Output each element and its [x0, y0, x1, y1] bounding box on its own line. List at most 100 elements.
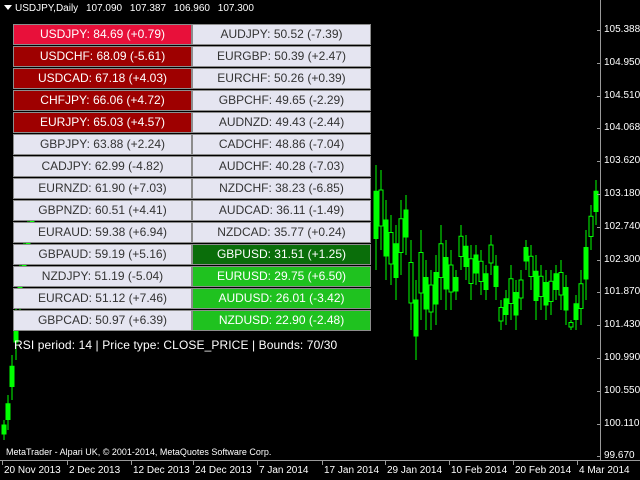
rsi-cell-nzdchf[interactable]: NZDCHF: 38.23 (-6.85) — [192, 178, 371, 199]
rsi-cell-usdchf[interactable]: USDCHF: 68.09 (-5.61) — [13, 46, 192, 67]
price-tick — [597, 456, 601, 458]
time-tick — [193, 461, 194, 465]
candle-body — [463, 245, 469, 267]
candle-body — [388, 232, 394, 265]
candle-body — [573, 303, 579, 320]
price-label: 104.950 — [604, 56, 640, 68]
rsi-cell-nzdusd[interactable]: NZDUSD: 22.90 (-2.48) — [192, 310, 371, 331]
rsi-cell-audchf[interactable]: AUDCHF: 40.28 (-7.03) — [192, 156, 371, 177]
price-label: 102.740 — [604, 220, 640, 232]
candle-body — [393, 243, 399, 278]
rsi-cell-eurjpy[interactable]: EURJPY: 65.03 (+4.57) — [13, 112, 192, 133]
rsi-cell-eurgbp[interactable]: EURGBP: 50.39 (+2.47) — [192, 46, 371, 67]
time-label: 2 Dec 2013 — [69, 465, 121, 476]
candle-body — [443, 257, 449, 290]
candle-body — [578, 283, 584, 309]
time-tick — [577, 461, 578, 465]
candle-body — [458, 235, 464, 257]
candle-body — [478, 260, 484, 282]
candle-body — [533, 270, 539, 301]
rsi-cell-audusd[interactable]: AUDUSD: 26.01 (-3.42) — [192, 288, 371, 309]
candle-body — [528, 255, 534, 277]
rsi-cell-audnzd[interactable]: AUDNZD: 49.43 (-2.44) — [192, 112, 371, 133]
candle-body — [508, 278, 514, 304]
candle-body — [398, 218, 404, 253]
rsi-cell-gbpchf[interactable]: GBPCHF: 49.65 (-2.29) — [192, 90, 371, 111]
candle-body — [523, 247, 529, 262]
rsi-cell-gbpnzd[interactable]: GBPNZD: 60.51 (+4.41) — [13, 200, 192, 221]
candle-body — [5, 403, 11, 420]
rsi-cell-chfjpy[interactable]: CHFJPY: 66.06 (+4.72) — [13, 90, 192, 111]
price-tick — [597, 62, 601, 64]
rsi-cell-usdcad[interactable]: USDCAD: 67.18 (+4.03) — [13, 68, 192, 89]
time-label: 20 Feb 2014 — [515, 465, 572, 476]
price-label: 105.388 — [604, 24, 640, 35]
rsi-cell-audjpy[interactable]: AUDJPY: 50.52 (-7.39) — [192, 24, 371, 45]
candle-body — [518, 279, 524, 299]
price-axis[interactable]: 105.388 104.950 104.510 104.068 103.620 103.1… — [597, 0, 640, 461]
price-label: 100.550 — [604, 384, 640, 396]
rsi-cell-cadchf[interactable]: CADCHF: 48.86 (-7.04) — [192, 134, 371, 155]
price-label: 104.510 — [604, 89, 640, 101]
candle-body — [383, 219, 389, 257]
candle-body — [583, 247, 589, 280]
price-tick — [597, 95, 601, 97]
rsi-cell-gbpusd[interactable]: GBPUSD: 31.51 (+1.25) — [192, 244, 371, 265]
price-label: 100.110 — [604, 417, 640, 429]
dropdown-arrow-icon[interactable] — [4, 5, 12, 10]
price-label: 102.300 — [604, 253, 640, 265]
price-tick — [597, 292, 601, 294]
chart-header: USDJPY,Daily 107.090 107.387 106.960 107… — [4, 3, 254, 14]
candle-body — [428, 284, 434, 313]
candle-body — [473, 254, 479, 274]
candle-body — [438, 243, 444, 278]
candle-body — [9, 365, 15, 387]
rsi-cell-audcad[interactable]: AUDCAD: 36.11 (-1.49) — [192, 200, 371, 221]
ohlc-low: 106.960 — [173, 3, 210, 14]
price-label: 104.068 — [604, 122, 640, 134]
rsi-cell-cadjpy[interactable]: CADJPY: 62.99 (-4.82) — [13, 156, 192, 177]
price-tick — [597, 390, 601, 392]
price-tick — [597, 30, 601, 31]
candle-body — [513, 292, 519, 316]
time-tick — [2, 461, 3, 465]
time-label: 4 Mar 2014 — [579, 465, 630, 476]
rsi-cell-euraud[interactable]: EURAUD: 59.38 (+6.94) — [13, 222, 192, 243]
time-axis[interactable]: 20 Nov 2013 2 Dec 2013 12 Dec 2013 24 Dec 2… — [0, 460, 640, 480]
candle-body — [418, 252, 424, 294]
rsi-cell-eurusd[interactable]: EURUSD: 29.75 (+6.50) — [192, 266, 371, 287]
rsi-cell-eurchf[interactable]: EURCHF: 50.26 (+0.39) — [192, 68, 371, 89]
candle-body — [548, 280, 554, 302]
ohlc-open: 107.090 — [85, 3, 123, 14]
candle-body — [538, 275, 544, 297]
rsi-cell-usdjpy[interactable]: USDJPY: 84.69 (+0.79) — [13, 24, 192, 45]
time-label: 20 Nov 2013 — [4, 465, 61, 476]
price-tick — [597, 194, 601, 195]
rsi-cell-eurnzd[interactable]: EURNZD: 61.90 (+7.03) — [13, 178, 192, 199]
time-label: 7 Jan 2014 — [259, 465, 309, 476]
rsi-cell-gbpaud[interactable]: GBPAUD: 59.19 (+5.16) — [13, 244, 192, 265]
rsi-cell-nzdcad[interactable]: NZDCAD: 35.77 (+0.24) — [192, 222, 371, 243]
price-tick — [597, 128, 601, 130]
time-tick — [449, 461, 450, 465]
price-chart[interactable]: USDJPY,Daily 107.090 107.387 106.960 107… — [0, 0, 600, 460]
chart-symbol: USDJPY,Daily — [15, 3, 79, 14]
time-label: 10 Feb 2014 — [451, 465, 508, 476]
price-label: 103.180 — [604, 188, 640, 199]
time-tick — [385, 461, 386, 465]
candle-body — [413, 299, 419, 337]
price-label: 103.620 — [604, 155, 640, 167]
rsi-cell-eurcad[interactable]: EURCAD: 51.12 (+7.46) — [13, 288, 192, 309]
candle-body — [553, 273, 559, 290]
rsi-cell-gbpcad[interactable]: GBPCAD: 50.97 (+6.39) — [13, 310, 192, 331]
rsi-cell-gbpjpy[interactable]: GBPJPY: 63.88 (+2.24) — [13, 134, 192, 155]
time-tick — [322, 461, 323, 465]
candle-body — [453, 277, 459, 292]
price-label: 100.990 — [604, 352, 640, 363]
rsi-cell-nzdjpy[interactable]: NZDJPY: 51.19 (-5.04) — [13, 266, 192, 287]
candle-body — [483, 273, 489, 290]
price-label: 101.430 — [604, 319, 640, 331]
candle-body — [493, 265, 499, 287]
price-tick — [597, 358, 601, 359]
candle-body — [403, 209, 409, 238]
